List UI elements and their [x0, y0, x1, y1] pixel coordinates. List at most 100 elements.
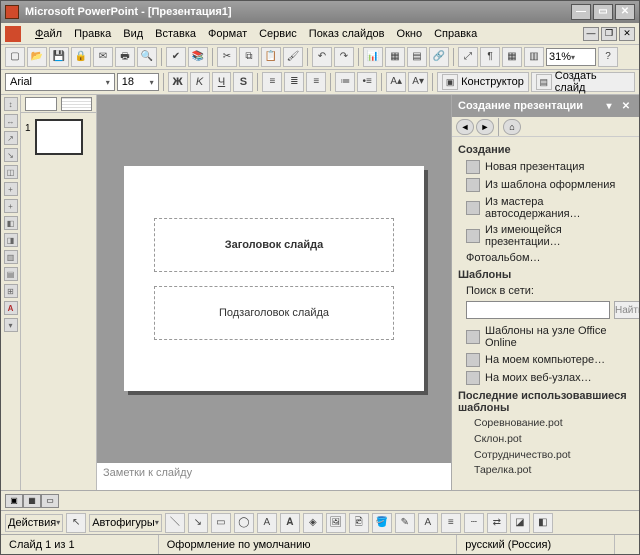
template-search-input[interactable] — [466, 301, 610, 319]
shadow-button[interactable]: S — [233, 72, 253, 92]
rail-icon[interactable]: ↗ — [4, 131, 18, 145]
numbered-list-button[interactable]: ≔ — [335, 72, 355, 92]
line-button[interactable]: ＼ — [165, 513, 185, 533]
rail-icon[interactable]: + — [4, 182, 18, 196]
menu-file[interactable]: Файл — [35, 28, 62, 40]
save-button[interactable]: 💾 — [49, 47, 69, 67]
view-normal-button[interactable]: ▣ — [5, 494, 23, 508]
tp-photo-album[interactable]: Фотоальбом… — [458, 250, 633, 266]
3d-style-button[interactable]: ◧ — [533, 513, 553, 533]
rail-icon[interactable]: ↔ — [4, 114, 18, 128]
increase-font-button[interactable]: A▴ — [386, 72, 406, 92]
email-button[interactable]: ✉ — [93, 47, 113, 67]
new-button[interactable]: ▢ — [5, 47, 25, 67]
tab-outline[interactable] — [61, 97, 93, 111]
align-left-button[interactable]: ≡ — [262, 72, 282, 92]
maximize-button[interactable]: ▭ — [593, 4, 613, 20]
arrow-style-button[interactable]: ⇄ — [487, 513, 507, 533]
cut-button[interactable]: ✂ — [217, 47, 237, 67]
rail-icon[interactable]: ◨ — [4, 233, 18, 247]
arrow-button[interactable]: ↘ — [188, 513, 208, 533]
menu-insert[interactable]: Вставка — [155, 28, 196, 40]
italic-button[interactable]: K — [190, 72, 210, 92]
bold-button[interactable]: Ж — [168, 72, 188, 92]
notes-pane[interactable]: Заметки к слайду — [97, 462, 451, 490]
chart-button[interactable]: 📊 — [363, 47, 383, 67]
tables-borders-button[interactable]: ▤ — [407, 47, 427, 67]
picture-button[interactable]: 🖻 — [349, 513, 369, 533]
underline-button[interactable]: Ч — [212, 72, 232, 92]
textbox-button[interactable]: A — [257, 513, 277, 533]
format-painter-button[interactable]: 🖌 — [283, 47, 303, 67]
recent-item[interactable]: Тарелка.pot — [458, 463, 633, 479]
rail-icon[interactable]: + — [4, 199, 18, 213]
hyperlink-button[interactable]: 🔗 — [429, 47, 449, 67]
menu-edit[interactable]: Правка — [74, 28, 111, 40]
align-right-button[interactable]: ≡ — [306, 72, 326, 92]
font-combo[interactable]: Arial▾ — [5, 73, 115, 91]
zoom-combo[interactable]: 31%▾ — [546, 48, 596, 66]
tp-from-autocontent-wizard[interactable]: Из мастера автосодержания… — [458, 194, 633, 222]
expand-button[interactable]: ⤢ — [458, 47, 478, 67]
status-language[interactable]: русский (Россия) — [457, 535, 615, 554]
line-style-button[interactable]: ≡ — [441, 513, 461, 533]
slide-thumb-1[interactable]: 1 — [25, 119, 92, 155]
rail-icon[interactable]: ◧ — [4, 216, 18, 230]
view-slideshow-button[interactable]: ▭ — [41, 494, 59, 508]
decrease-font-button[interactable]: A▾ — [408, 72, 428, 92]
color-button[interactable]: ▥ — [524, 47, 544, 67]
menu-help[interactable]: Справка — [434, 28, 477, 40]
nav-home-button[interactable]: ⌂ — [503, 119, 521, 135]
app-menu-icon[interactable] — [5, 26, 21, 42]
preview-button[interactable]: 🔍 — [137, 47, 157, 67]
table-button[interactable]: ▦ — [385, 47, 405, 67]
bullet-list-button[interactable]: •≡ — [357, 72, 377, 92]
tp-from-design-template[interactable]: Из шаблона оформления — [458, 176, 633, 194]
new-slide-button[interactable]: ▤Создать слайд — [531, 72, 635, 92]
wordart-button[interactable]: 𝐀 — [280, 513, 300, 533]
shadow-style-button[interactable]: ◪ — [510, 513, 530, 533]
menu-window[interactable]: Окно — [397, 28, 423, 40]
oval-button[interactable]: ◯ — [234, 513, 254, 533]
rail-icon[interactable]: ↕ — [4, 97, 18, 111]
redo-button[interactable]: ↷ — [334, 47, 354, 67]
recent-item[interactable]: Склон.pot — [458, 432, 633, 448]
recent-item[interactable]: Сотрудничество.pot — [458, 448, 633, 464]
spell-button[interactable]: ✔ — [166, 47, 186, 67]
template-search-button[interactable]: Найти — [614, 301, 639, 319]
size-combo[interactable]: 18▾ — [117, 73, 159, 91]
diagram-button[interactable]: ◈ — [303, 513, 323, 533]
open-button[interactable]: 📂 — [27, 47, 47, 67]
recent-item[interactable]: Соревнование.pot — [458, 416, 633, 432]
autoshapes-menu[interactable]: Автофигуры ▾ — [89, 514, 162, 532]
research-button[interactable]: 📚 — [188, 47, 208, 67]
tp-from-existing[interactable]: Из имеющейся презентации… — [458, 222, 633, 250]
nav-forward-button[interactable]: ► — [476, 119, 494, 135]
tp-on-websites[interactable]: На моих веб-узлах… — [458, 369, 633, 387]
menu-view[interactable]: Вид — [123, 28, 143, 40]
taskpane-close-button[interactable]: ✕ — [619, 99, 633, 113]
close-button[interactable]: ✕ — [615, 4, 635, 20]
rail-icon[interactable]: ▥ — [4, 250, 18, 264]
show-formatting-button[interactable]: ¶ — [480, 47, 500, 67]
title-placeholder[interactable]: Заголовок слайда — [154, 218, 394, 272]
actions-menu[interactable]: Действия ▾ — [5, 514, 63, 532]
nav-back-button[interactable]: ◄ — [456, 119, 474, 135]
tab-slides[interactable] — [25, 97, 57, 111]
permission-button[interactable]: 🔒 — [71, 47, 91, 67]
select-button[interactable]: ↖ — [66, 513, 86, 533]
paste-button[interactable]: 📋 — [261, 47, 281, 67]
rail-icon[interactable]: ⊞ — [4, 284, 18, 298]
rail-icon[interactable]: ▾ — [4, 318, 18, 332]
undo-button[interactable]: ↶ — [312, 47, 332, 67]
align-center-button[interactable]: ≣ — [284, 72, 304, 92]
menu-slideshow[interactable]: Показ слайдов — [309, 28, 385, 40]
dash-style-button[interactable]: ┄ — [464, 513, 484, 533]
doc-close-button[interactable]: ✕ — [619, 27, 635, 41]
designer-button[interactable]: ▣Конструктор — [437, 72, 529, 92]
rail-font-color-icon[interactable]: A — [4, 301, 18, 315]
view-sorter-button[interactable]: ▦ — [23, 494, 41, 508]
grid-button[interactable]: ▦ — [502, 47, 522, 67]
slide-canvas[interactable]: Заголовок слайда Подзаголовок слайда — [97, 95, 451, 462]
fill-color-button[interactable]: 🪣 — [372, 513, 392, 533]
